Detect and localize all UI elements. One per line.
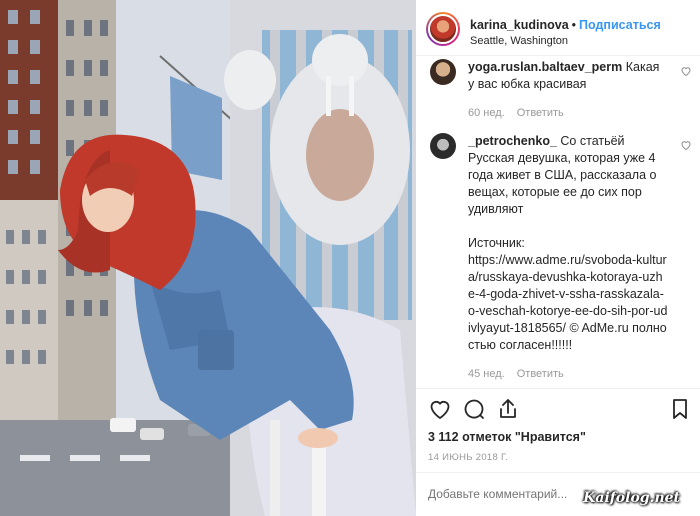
- comment-like-icon[interactable]: [680, 139, 692, 154]
- commenter-username[interactable]: yoga.ruslan.baltaev_perm: [468, 60, 622, 74]
- post-panel: karina_kudinova • Подписаться Seattle, Was…: [416, 0, 700, 516]
- comment-source-label: Источник:: [468, 236, 525, 250]
- bookmark-icon[interactable]: [668, 397, 692, 421]
- comment-source-text: https://www.adme.ru/svoboda-kultura/russ…: [468, 253, 668, 352]
- post-date: 14 ИЮНЬ 2018 Г.: [428, 452, 509, 463]
- post-photo[interactable]: [0, 0, 416, 516]
- comment-meta: 45 нед. Ответить: [468, 366, 668, 383]
- commenter-avatar[interactable]: [430, 133, 456, 159]
- follow-button[interactable]: Подписаться: [579, 18, 661, 32]
- comment-meta: 60 нед. Ответить: [468, 105, 668, 122]
- avatar-image: [428, 14, 458, 44]
- author-avatar[interactable]: [426, 12, 460, 46]
- comment-body: yoga.ruslan.baltaev_perm Какая у вас юбк…: [468, 59, 668, 122]
- comment-input-divider: [416, 472, 700, 473]
- separator-dot: •: [571, 18, 577, 32]
- comment-icon[interactable]: [462, 397, 486, 421]
- photo-illustration: [0, 0, 416, 516]
- author-username[interactable]: karina_kudinova: [470, 18, 569, 32]
- post-location[interactable]: Seattle, Washington: [470, 35, 568, 47]
- reply-button[interactable]: Ответить: [517, 368, 564, 380]
- comment-time[interactable]: 60 нед.: [468, 107, 505, 119]
- post-actions: [416, 397, 700, 423]
- commenter-username[interactable]: _petrochenko_: [468, 134, 557, 148]
- share-icon[interactable]: [496, 397, 520, 421]
- actions-divider: [416, 388, 700, 389]
- comment-time[interactable]: 45 нед.: [468, 368, 505, 380]
- comment-body: _petrochenko_ Со статьёй Русская девушка…: [468, 133, 668, 383]
- commenter-avatar[interactable]: [430, 59, 456, 85]
- add-comment-input[interactable]: [428, 487, 588, 501]
- reply-button[interactable]: Ответить: [517, 107, 564, 119]
- heart-icon[interactable]: [428, 397, 452, 421]
- likes-count[interactable]: 3 112 отметок "Нравится": [428, 430, 586, 444]
- comments-list[interactable]: yoga.ruslan.baltaev_perm Какая у вас юбк…: [416, 57, 700, 387]
- comment-like-icon[interactable]: [680, 65, 692, 80]
- comment-source: Источник: https://www.adme.ru/svoboda-ku…: [468, 235, 668, 354]
- author-row: karina_kudinova • Подписаться: [470, 18, 661, 32]
- post-header: karina_kudinova • Подписаться Seattle, Was…: [416, 0, 700, 56]
- watermark: Kaifolog.net: [583, 490, 680, 506]
